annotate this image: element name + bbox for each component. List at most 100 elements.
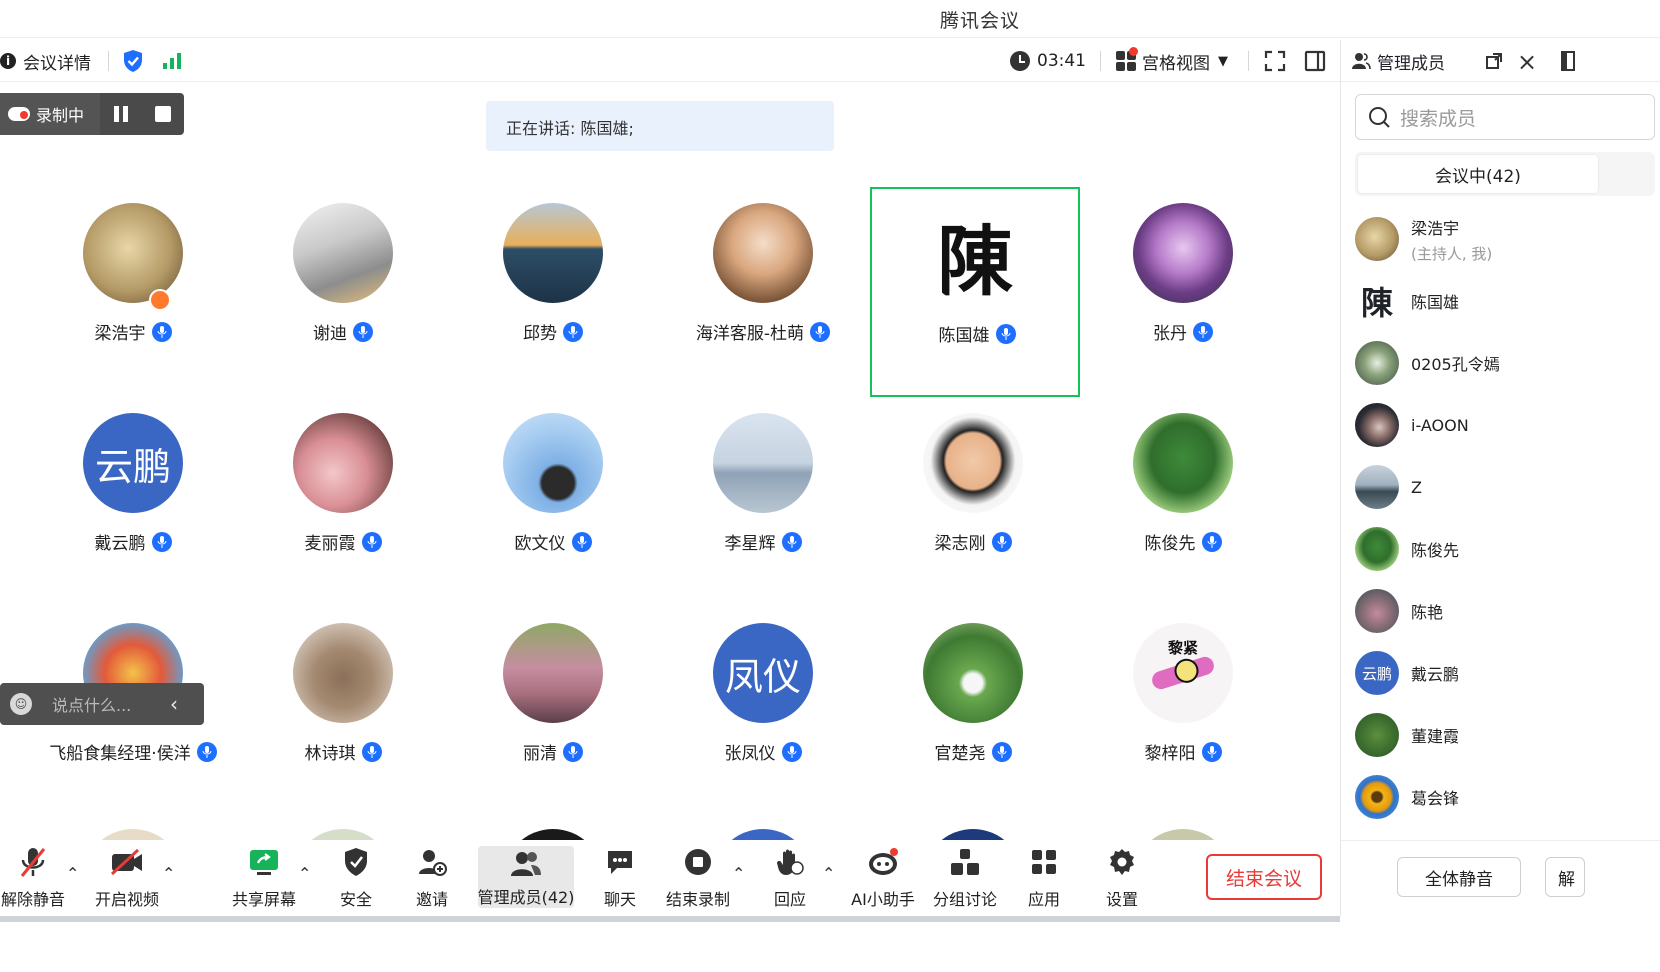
unmute-all-button[interactable]: 解 <box>1545 857 1585 897</box>
participant-tile[interactable]: 官楚尧 <box>868 603 1078 813</box>
participant-tile[interactable]: 张丹 <box>1078 183 1288 393</box>
member-avatar <box>1355 403 1399 447</box>
participant-tile[interactable]: 李星辉 <box>658 393 868 603</box>
participant-name: 张丹 <box>1153 324 1187 344</box>
participant-tile[interactable]: 海洋客服-杜萌 <box>658 183 868 393</box>
security-button[interactable]: 安全 <box>336 842 376 912</box>
start-video-button[interactable]: 开启视频 <box>94 842 160 912</box>
security-shield-icon[interactable] <box>122 48 144 74</box>
participant-tile-active-speaker[interactable]: 陳 陈国雄 <box>870 187 1080 397</box>
participant-tile[interactable]: 欧文仪 <box>448 393 658 603</box>
share-screen-icon <box>250 850 278 875</box>
member-name: Z <box>1411 477 1422 497</box>
participant-tile[interactable]: 黎紧 黎梓阳 <box>1078 603 1288 813</box>
participant-name: 官楚尧 <box>934 744 986 764</box>
meeting-details-button[interactable]: i 会议详情 <box>0 48 91 74</box>
sidebar-toggle-icon[interactable] <box>1304 48 1326 74</box>
member-item[interactable]: 云鹏 戴云鹏 <box>1355 648 1655 698</box>
participant-tile[interactable]: 谢迪 <box>238 183 448 393</box>
top-toolbar: i 会议详情 03:41 宫格视图 ▼ <box>0 40 1420 82</box>
video-options-caret-icon[interactable]: ⌃ <box>162 864 175 883</box>
participant-tile[interactable]: 云鹏 戴云鹏 <box>28 393 238 603</box>
network-signal-icon[interactable] <box>162 48 182 74</box>
ai-assistant-label: AI小助手 <box>851 890 915 909</box>
recording-options-caret-icon[interactable]: ⌃ <box>732 864 745 883</box>
member-item[interactable]: 董建霞 <box>1355 710 1655 760</box>
grid-view-dropdown[interactable]: 宫格视图 ▼ <box>1116 47 1228 74</box>
participant-avatar: 黎紧 <box>1133 623 1233 723</box>
settings-button[interactable]: 设置 <box>1102 842 1142 912</box>
end-recording-button[interactable]: 结束录制 <box>664 842 732 912</box>
mute-all-button[interactable]: 全体静音 <box>1397 857 1521 897</box>
participant-name: 李星辉 <box>724 534 776 554</box>
member-item[interactable]: 葛会锋 <box>1355 772 1655 822</box>
chat-button[interactable]: 聊天 <box>600 842 640 912</box>
react-options-caret-icon[interactable]: ⌃ <box>822 864 835 883</box>
unmute-button[interactable]: 解除静音 <box>0 842 66 912</box>
meeting-details-label: 会议详情 <box>23 53 91 74</box>
audio-options-caret-icon[interactable]: ⌃ <box>66 864 79 883</box>
participant-tile[interactable]: 陈俊先 <box>1078 393 1288 603</box>
apps-button[interactable]: 应用 <box>1024 842 1064 912</box>
pop-out-icon[interactable] <box>1485 52 1503 74</box>
mic-icon <box>991 741 1012 762</box>
title-bar: 腾讯会议 <box>0 0 1660 38</box>
member-name: 梁浩宇 <box>1411 218 1460 238</box>
member-avatar <box>1355 217 1399 261</box>
member-item[interactable]: 梁浩宇 (主持人, 我) <box>1355 214 1655 264</box>
search-members-input[interactable]: 搜索成员 <box>1355 94 1655 140</box>
member-item[interactable]: Z <box>1355 462 1655 512</box>
member-avatar: 云鹏 <box>1355 651 1399 695</box>
react-label: 回应 <box>773 890 806 909</box>
members-panel-title: 管理成员 <box>1377 54 1445 74</box>
cloud-record-icon <box>8 107 30 121</box>
panel-layout-icon[interactable] <box>1561 51 1575 75</box>
participant-tile[interactable]: 邱势 <box>448 183 658 393</box>
member-item[interactable]: i-AOON <box>1355 400 1655 450</box>
timer-value: 03:41 <box>1037 51 1086 71</box>
participant-tile[interactable]: 麦丽霞 <box>238 393 448 603</box>
participant-tile[interactable]: 梁浩宇 <box>28 183 238 393</box>
participant-tile[interactable]: 凤仪 张凤仪 <box>658 603 868 813</box>
mic-muted-icon <box>20 848 46 877</box>
close-icon[interactable]: × <box>1517 48 1537 76</box>
share-options-caret-icon[interactable]: ⌃ <box>298 864 311 883</box>
mic-icon <box>781 741 802 762</box>
participant-avatar <box>923 623 1023 723</box>
invite-button[interactable]: 邀请 <box>412 842 452 912</box>
divider <box>108 51 109 71</box>
participant-tile[interactable]: 梁志刚 <box>868 393 1078 603</box>
host-badge-icon <box>149 289 171 311</box>
participant-tile[interactable]: 丽清 <box>448 603 658 813</box>
member-item[interactable]: 0205孔令嫣 <box>1355 338 1655 388</box>
fullscreen-icon[interactable] <box>1264 48 1286 74</box>
mic-icon <box>151 321 172 342</box>
mic-icon <box>563 741 583 762</box>
quick-chat-input[interactable]: ☺ 说点什么... ‹ <box>0 683 204 725</box>
pause-recording-button[interactable] <box>100 93 142 135</box>
bottom-strip <box>0 916 1660 972</box>
share-screen-button[interactable]: 共享屏幕 <box>230 842 298 912</box>
participant-avatar <box>293 413 393 513</box>
member-item[interactable]: 陳 陈国雄 <box>1355 276 1655 326</box>
end-recording-label: 结束录制 <box>665 890 730 909</box>
manage-members-label: 管理成员(42) <box>477 888 575 907</box>
mic-icon <box>1201 531 1222 552</box>
emoji-icon[interactable]: ☺ <box>10 693 32 715</box>
manage-members-button[interactable]: 管理成员(42) <box>478 846 574 908</box>
end-meeting-button[interactable]: 结束会议 <box>1206 854 1322 900</box>
member-item[interactable]: 陈艳 <box>1355 586 1655 636</box>
video-off-icon <box>110 848 142 876</box>
ai-assistant-button[interactable]: AI小助手 <box>848 842 918 912</box>
member-role: (主持人, 我) <box>1411 244 1493 263</box>
member-item[interactable]: 陈俊先 <box>1355 524 1655 574</box>
grid-view-icon <box>1116 47 1138 71</box>
participant-tile[interactable]: 林诗琪 <box>238 603 448 813</box>
tab-in-meeting[interactable]: 会议中(42) <box>1358 155 1598 193</box>
participant-name: 飞船食集经理·侯洋 <box>49 744 191 764</box>
breakout-rooms-button[interactable]: 分组讨论 <box>930 842 1000 912</box>
stop-recording-button[interactable] <box>142 93 184 135</box>
collapse-chevron-icon[interactable]: ‹ <box>170 692 178 716</box>
cartoon-face-icon <box>1149 654 1217 692</box>
react-button[interactable]: 回应 <box>770 842 810 912</box>
